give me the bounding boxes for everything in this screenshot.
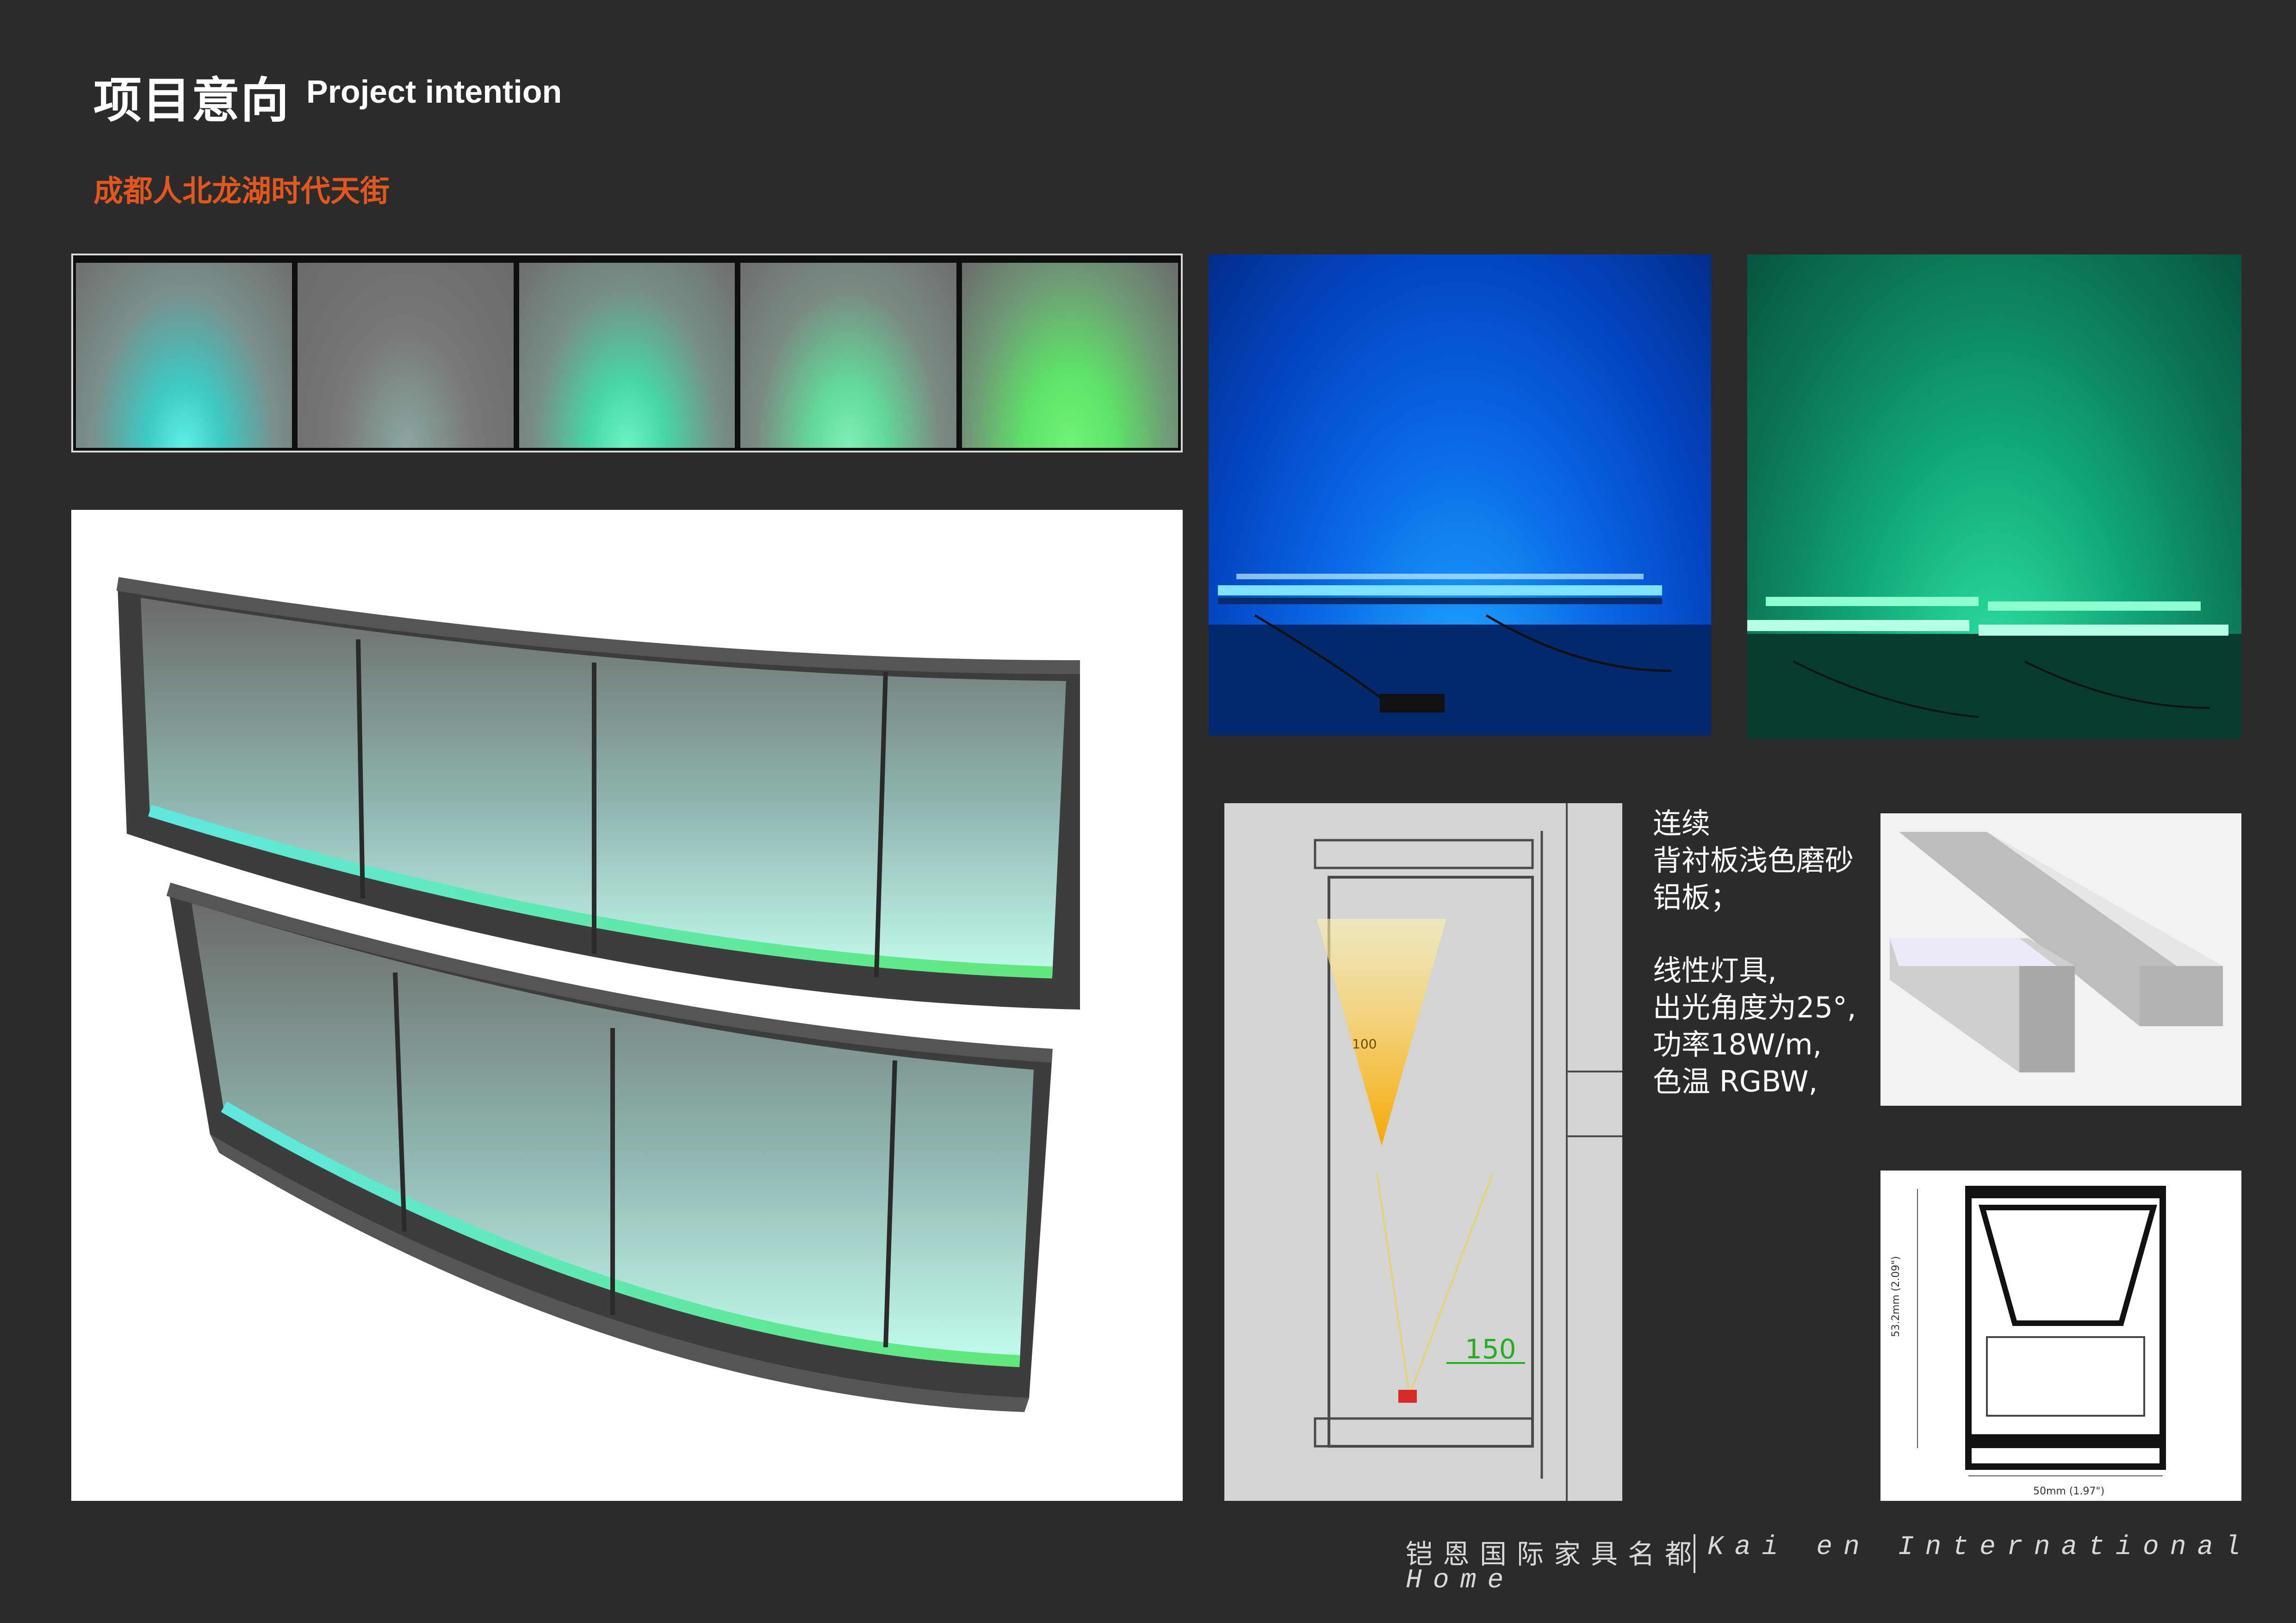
section-drawing-illustration: 100 150 bbox=[1314, 803, 1622, 1501]
swatch-aqua-green bbox=[519, 263, 735, 448]
footer-brand-en-line2: Home bbox=[1406, 1566, 1515, 1596]
aluminum-profile-drawing: 53.2mm (2.09") 50mm (1.97") bbox=[1880, 1171, 2241, 1501]
blue-light-test-photo bbox=[1209, 254, 1711, 736]
spec-line-5: 出光角度为25°, bbox=[1653, 991, 1856, 1024]
green-light-bar-illustration bbox=[1747, 597, 2241, 738]
spec-text-block: 连续 背衬板浅色磨砂 铝板； 线性灯具, 出光角度为25°, 功率18W/m, … bbox=[1653, 805, 1856, 1100]
swatch-soft-green bbox=[740, 263, 957, 448]
profile-illustration: 53.2mm (2.09") 50mm (1.97") bbox=[1890, 1186, 2166, 1497]
project-subtitle: 成都人北龙湖时代天街 bbox=[93, 174, 390, 209]
swatch-cyan bbox=[76, 263, 292, 448]
swatch-bright-green bbox=[962, 263, 1178, 448]
spec-line-2: 背衬板浅色磨砂 bbox=[1653, 843, 1854, 877]
green-light-test-photo bbox=[1747, 254, 2241, 738]
blue-light-bar-illustration bbox=[1209, 574, 1711, 736]
spec-line-3: 铝板； bbox=[1653, 880, 1739, 914]
color-swatch-strip bbox=[71, 254, 1183, 452]
dimension-label: 150 bbox=[1465, 1333, 1516, 1365]
beam-angle-label: 100 bbox=[1352, 1036, 1377, 1052]
linear-fixture-product-photo bbox=[1880, 813, 2241, 1106]
profile-width-label: 50mm (1.97") bbox=[2033, 1486, 2104, 1497]
page-title-english: Project intention bbox=[306, 74, 562, 110]
facade-render bbox=[71, 510, 1183, 1501]
footer-separator bbox=[1694, 1534, 1695, 1573]
fixture-illustration bbox=[1890, 832, 2223, 1072]
swatch-grey bbox=[297, 263, 514, 448]
facade-render-illustration bbox=[116, 577, 1080, 1412]
spec-line-6: 功率18W/m, bbox=[1653, 1028, 1822, 1061]
installation-section-drawing: 100 150 bbox=[1224, 803, 1622, 1501]
footer-brand-en-line1: Kai en International bbox=[1707, 1532, 2252, 1562]
page-title: 项目意向 bbox=[93, 72, 290, 129]
profile-height-label: 53.2mm (2.09") bbox=[1890, 1256, 1902, 1337]
spec-line-4: 线性灯具, bbox=[1653, 954, 1777, 987]
spec-line-1: 连续 bbox=[1653, 806, 1711, 840]
spec-line-7: 色温 RGBW, bbox=[1653, 1065, 1818, 1098]
